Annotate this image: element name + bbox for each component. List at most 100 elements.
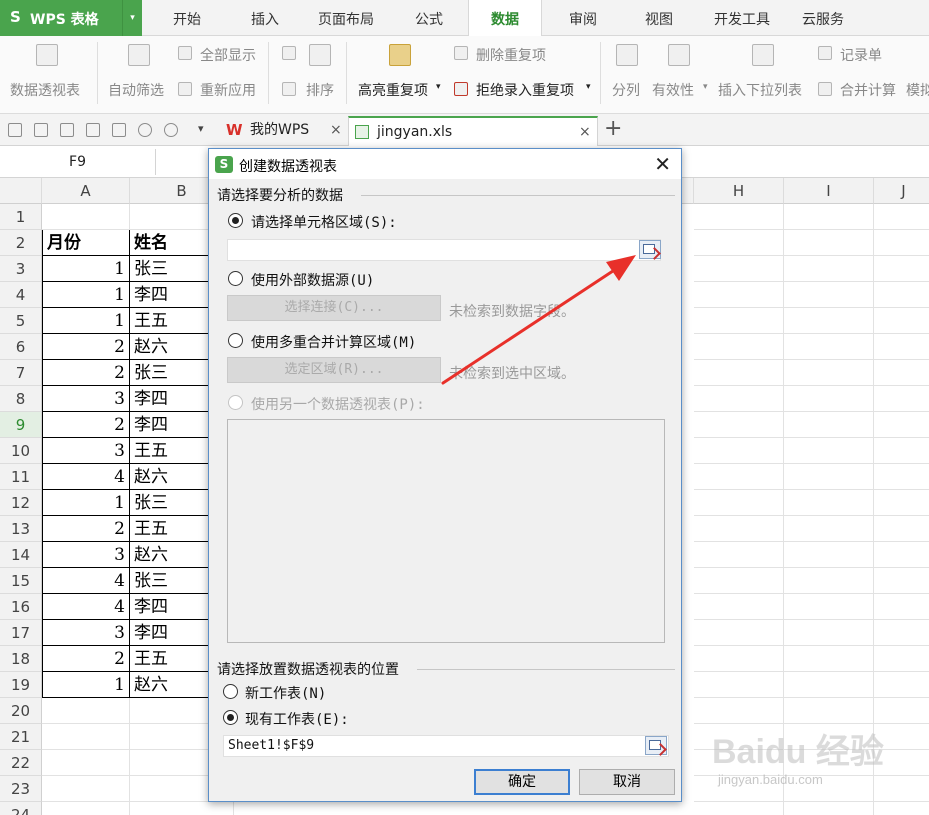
row-header[interactable]: 21 (0, 724, 42, 750)
cell[interactable] (784, 542, 874, 568)
row-header[interactable]: 17 (0, 620, 42, 646)
row-header[interactable]: 19 (0, 672, 42, 698)
row-header[interactable]: 5 (0, 308, 42, 334)
cell[interactable] (694, 438, 784, 464)
cell-a[interactable]: 2 (42, 516, 130, 542)
cell-a[interactable]: 3 (42, 620, 130, 646)
cell-a[interactable]: 2 (42, 646, 130, 672)
range-picker-icon[interactable] (639, 240, 661, 259)
tab-view[interactable]: 视图 (624, 0, 694, 36)
cell[interactable] (694, 594, 784, 620)
tab-developer[interactable]: 开发工具 (700, 0, 784, 36)
cell[interactable] (694, 568, 784, 594)
cell[interactable] (694, 542, 784, 568)
column-header[interactable]: H (694, 178, 784, 204)
customize-toolbar-dropdown-icon[interactable]: ▾ (198, 122, 204, 135)
close-tab-icon[interactable]: × (330, 116, 342, 144)
cell[interactable] (874, 334, 929, 360)
cell[interactable] (694, 386, 784, 412)
cell[interactable] (784, 334, 874, 360)
row-header[interactable]: 15 (0, 568, 42, 594)
cell-a[interactable] (42, 204, 130, 230)
cell-a[interactable]: 3 (42, 438, 130, 464)
cell[interactable] (694, 412, 784, 438)
cell-a[interactable]: 2 (42, 334, 130, 360)
pivot-table-button[interactable]: 数据透视表 (10, 80, 80, 100)
cell[interactable] (874, 620, 929, 646)
cell[interactable] (784, 672, 874, 698)
record-form-button[interactable]: 记录单 (840, 45, 882, 65)
select-range-button[interactable]: 选定区域(R)... (227, 357, 441, 383)
close-icon[interactable]: ✕ (654, 152, 671, 176)
cell[interactable] (784, 256, 874, 282)
cell-a[interactable]: 3 (42, 386, 130, 412)
cell-a[interactable]: 1 (42, 490, 130, 516)
radio-cell-range[interactable] (228, 213, 243, 228)
row-header[interactable]: 2 (0, 230, 42, 256)
reapply-button[interactable]: 重新应用 (200, 80, 256, 100)
row-header[interactable]: 10 (0, 438, 42, 464)
simulate-button[interactable]: 模拟 (906, 80, 929, 100)
cell[interactable] (694, 646, 784, 672)
row-header[interactable]: 9 (0, 412, 42, 438)
cell[interactable] (874, 568, 929, 594)
row-header[interactable]: 12 (0, 490, 42, 516)
location-input[interactable]: Sheet1!$F$9 (223, 735, 669, 757)
cell[interactable] (874, 490, 929, 516)
validity-dropdown-icon[interactable]: ▾ (703, 82, 708, 92)
cell[interactable] (694, 204, 784, 230)
cell-a[interactable]: 4 (42, 464, 130, 490)
cell[interactable] (874, 646, 929, 672)
tab-insert[interactable]: 插入 (230, 0, 300, 36)
row-header[interactable]: 1 (0, 204, 42, 230)
cell[interactable] (694, 334, 784, 360)
cell[interactable] (874, 594, 929, 620)
cell[interactable] (874, 230, 929, 256)
cell[interactable] (784, 386, 874, 412)
cell[interactable] (784, 282, 874, 308)
insert-dropdown-list-button[interactable]: 插入下拉列表 (718, 80, 802, 100)
cell[interactable] (874, 256, 929, 282)
row-header[interactable]: 11 (0, 464, 42, 490)
radio-another-pivot[interactable] (228, 395, 243, 410)
radio-external-source[interactable] (228, 271, 243, 286)
select-all-corner[interactable] (0, 178, 42, 204)
cell[interactable] (874, 412, 929, 438)
cell-range-input[interactable] (227, 239, 661, 261)
close-tab-icon[interactable]: × (579, 118, 591, 146)
column-header[interactable]: A (42, 178, 130, 204)
open-icon[interactable] (8, 123, 22, 137)
cell-a[interactable] (42, 776, 130, 802)
doc-tab-file[interactable]: jingyan.xls × (348, 116, 598, 146)
app-menu-button[interactable]: S WPS 表格 ▾ (0, 0, 142, 36)
show-all-button[interactable]: 全部显示 (200, 45, 256, 65)
remove-duplicates-button[interactable]: 删除重复项 (476, 45, 546, 65)
cell[interactable] (784, 568, 874, 594)
cell[interactable] (694, 230, 784, 256)
export-icon[interactable] (60, 123, 74, 137)
validity-button[interactable]: 有效性 (652, 80, 694, 100)
cell-a[interactable] (42, 750, 130, 776)
cell[interactable] (784, 620, 874, 646)
row-header[interactable]: 8 (0, 386, 42, 412)
name-box[interactable]: F9 (0, 149, 156, 175)
cell[interactable] (784, 464, 874, 490)
cancel-button[interactable]: 取消 (579, 769, 675, 795)
row-header[interactable]: 3 (0, 256, 42, 282)
row-header[interactable]: 20 (0, 698, 42, 724)
cell[interactable] (874, 516, 929, 542)
cell[interactable] (784, 230, 874, 256)
pivot-table-list[interactable] (227, 419, 665, 643)
undo-icon[interactable] (138, 123, 152, 137)
tab-page-layout[interactable]: 页面布局 (304, 0, 388, 36)
cell[interactable] (694, 620, 784, 646)
cell[interactable] (874, 464, 929, 490)
new-tab-icon[interactable]: + (604, 116, 622, 141)
cell[interactable] (874, 360, 929, 386)
cell[interactable] (694, 256, 784, 282)
reject-duplicates-button[interactable]: 拒绝录入重复项 (476, 80, 574, 100)
cell-a[interactable]: 1 (42, 256, 130, 282)
cell[interactable] (694, 672, 784, 698)
cell[interactable] (784, 594, 874, 620)
cell-a[interactable]: 2 (42, 360, 130, 386)
